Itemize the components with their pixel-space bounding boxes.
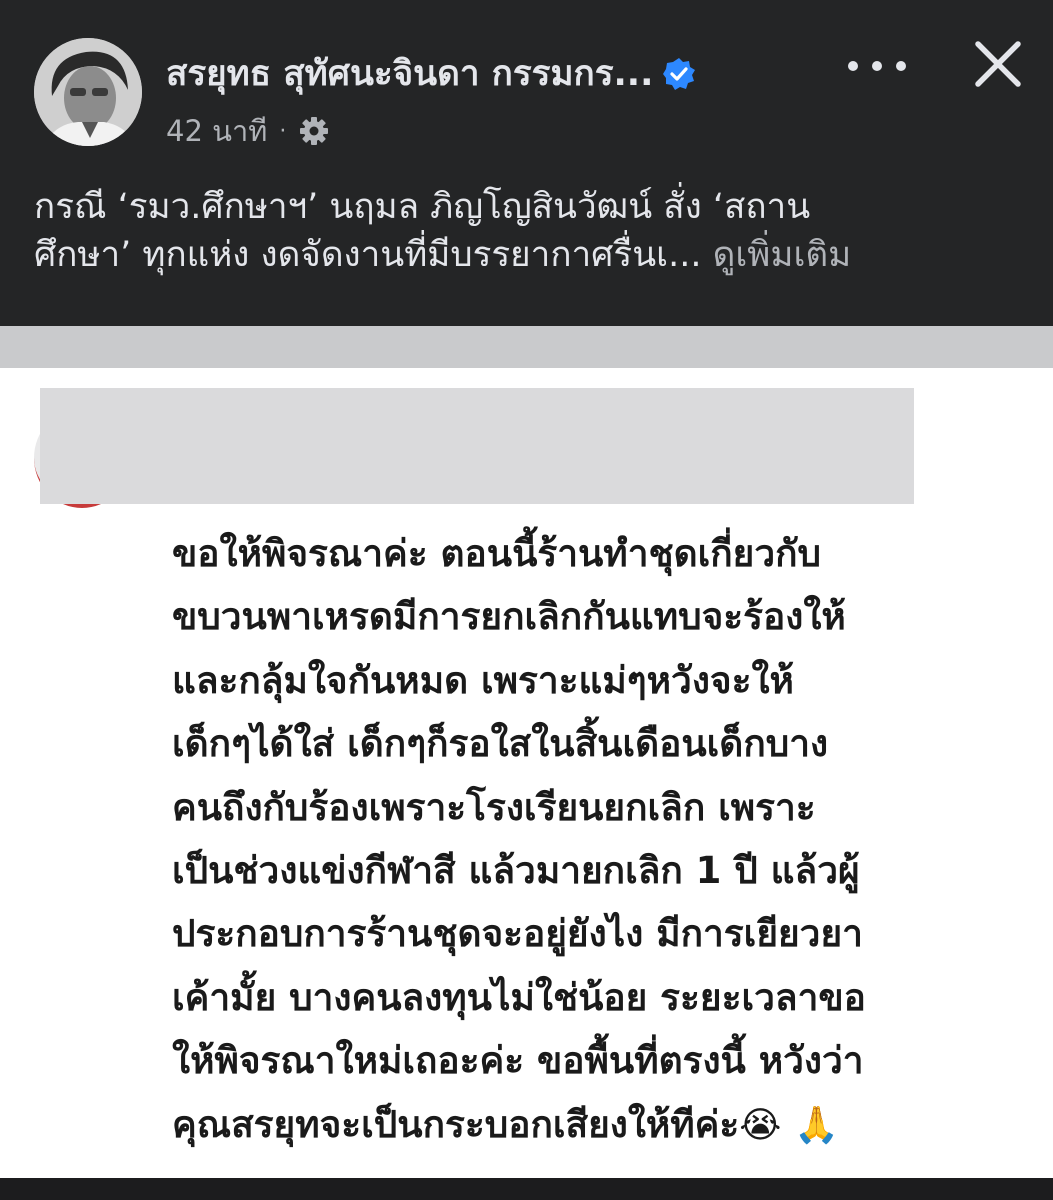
see-more-link[interactable]: ดูเพิ่มเติม bbox=[713, 235, 852, 275]
crying-face-emoji: 😭 bbox=[739, 1104, 782, 1146]
author-name[interactable]: สรยุทธ สุทัศนะจินดา กรรมกร... bbox=[166, 46, 653, 101]
post-text-line: กรณี ‘รมว.ศึกษาฯ’ นฤมล ภิญโญสินวัฒน์ สั่… bbox=[34, 187, 811, 227]
post-text-line-content: ศึกษา’ ทุกแห่ง งดจัดงานที่มีบรรยากาศรื่น… bbox=[34, 235, 702, 275]
post-text-line: ศึกษา’ ทุกแห่ง งดจัดงานที่มีบรรยากาศรื่น… bbox=[34, 231, 1024, 279]
post-timestamp[interactable]: 42 นาที bbox=[166, 108, 267, 154]
more-options-icon[interactable] bbox=[848, 56, 906, 76]
folded-hands-emoji: 🙏 bbox=[794, 1104, 840, 1146]
comment-line-content: คุณสรยุทจะเป็นกระบอกเสียงให้ทีค่ะ bbox=[172, 1102, 740, 1146]
post-text: กรณี ‘รมว.ศึกษาฯ’ นฤมล ภิญโญสินวัฒน์ สั่… bbox=[34, 183, 1024, 279]
more-dot bbox=[848, 61, 858, 71]
comment-line: เด็กๆได้ใส่ เด็กๆก็รอใสในสิ้นเดือนเด็กบา… bbox=[172, 722, 829, 766]
comment-line: เป็นช่วงแข่งกีฬาสี แล้วมายกเลิก 1 ปี แล้… bbox=[172, 849, 860, 893]
gear-icon[interactable] bbox=[298, 115, 330, 147]
comment-line: ประกอบการร้านชุดจะอยู่ยังไง มีการเยียวยา bbox=[172, 912, 863, 956]
comment-line: เค้ามั้ย บางคนลงทุนไม่ใช่น้อย ระยะเวลาขอ bbox=[172, 975, 866, 1019]
comment-line: คุณสรยุทจะเป็นกระบอกเสียงให้ทีค่ะ😭 🙏 bbox=[172, 1093, 1032, 1157]
verified-badge-icon bbox=[661, 56, 697, 92]
comment-line: ขบวนพาเหรดมีการยกเลิกกันแทบจะร้องให้ bbox=[172, 595, 846, 639]
more-dot bbox=[896, 61, 906, 71]
more-dot bbox=[872, 61, 882, 71]
close-icon[interactable] bbox=[968, 34, 1028, 94]
author-photo bbox=[34, 38, 142, 146]
comment-line: และกลุ้มใจกันหมด เพราะแม่ๆหวังจะให้ bbox=[172, 658, 794, 702]
screenshot-page: สรยุทธ สุทัศนะจินดา กรรมกร... 42 นาที · bbox=[0, 0, 1053, 1200]
comment-text: ขอให้พิจรณาค่ะ ตอนนี้ร้านทำชุดเกี่ยวกับ … bbox=[172, 522, 1032, 1157]
post-meta: 42 นาที · bbox=[166, 108, 330, 154]
meta-separator: · bbox=[279, 118, 287, 144]
post-header: สรยุทธ สุทัศนะจินดา กรรมกร... 42 นาที · bbox=[0, 0, 1053, 326]
comment-area: ขอให้พิจรณาค่ะ ตอนนี้ร้านทำชุดเกี่ยวกับ … bbox=[0, 368, 1053, 1178]
section-separator bbox=[0, 326, 1053, 368]
author-avatar[interactable] bbox=[34, 38, 142, 146]
comment-line: คนถึงกับร้องเพราะโรงเรียนยกเลิก เพราะ bbox=[172, 785, 816, 829]
bottom-bar bbox=[0, 1178, 1053, 1200]
author-row: สรยุทธ สุทัศนะจินดา กรรมกร... bbox=[166, 46, 697, 101]
comment-line: ขอให้พิจรณาค่ะ ตอนนี้ร้านทำชุดเกี่ยวกับ bbox=[172, 532, 821, 575]
comment-line: ให้พิจรณาใหม่เถอะค่ะ ขอพื้นที่ตรงนี้ หวั… bbox=[172, 1039, 864, 1083]
redacted-commenter-name bbox=[40, 388, 914, 504]
